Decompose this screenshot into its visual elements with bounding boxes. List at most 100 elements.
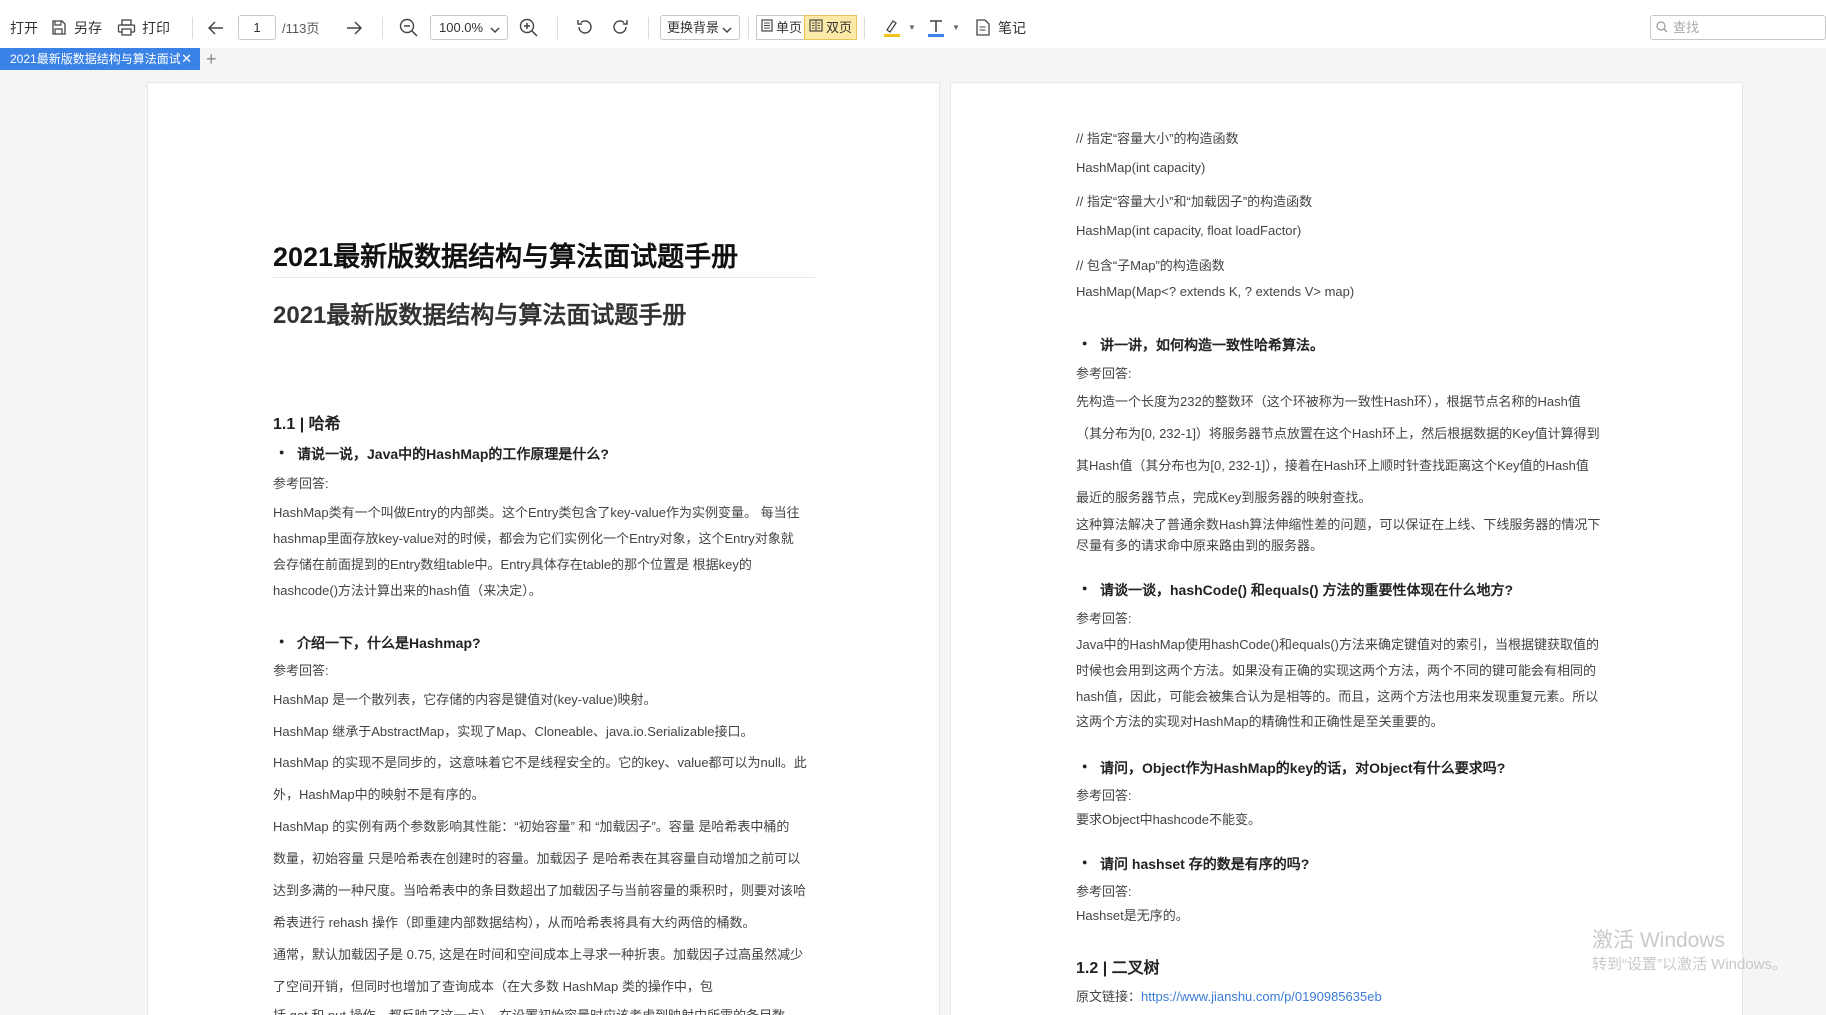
rotate-right-button[interactable] [610,15,636,40]
code-line: HashMap(Map<? extends K, ? extends V> ma… [1076,284,1355,299]
code-line: // 指定“容量大小”和“加载因子”的构造函数 [1076,194,1313,209]
double-page-label: 双页 [826,20,853,35]
chevron-down-icon [489,20,501,43]
text-color-button[interactable]: ▼ [926,15,960,40]
save-as-label: 另存 [74,19,102,36]
body-line: 会存储在前面提到的Entry数组table中。Entry具体存在table的那个… [273,557,752,572]
tab-document[interactable]: 2021最新版数据结构与算法面试题手册 ✕ [0,48,200,70]
body-line: Java中的HashMap使用hashCode()和equals()方法来确定键… [1076,637,1599,652]
body-line: 希表进行 rehash 操作（即重建内部数据结构），从而哈希表将具有大约两倍的桶… [273,915,756,930]
printer-icon [116,18,136,38]
section-heading: 1.2 | 二叉树 [1076,960,1160,977]
question-heading: 介绍一下，什么是Hashmap? [279,633,481,653]
code-line: // 包含“子Map”的构造函数 [1076,258,1225,273]
page-right: // 指定“容量大小”的构造函数 HashMap(int capacity) /… [950,82,1743,1015]
double-page-icon [809,16,823,39]
question-heading: 请谈一谈，hashCode() 和equals() 方法的重要性体现在什么地方? [1082,580,1513,600]
body-line: hash值，因此，可能会被集合认为是相等的。而且，这两个方法也用来发现重复元素。… [1076,689,1599,704]
body-line: HashMap类有一个叫做Entry的内部类。这个Entry类包含了key-va… [273,505,800,520]
search-icon [1656,21,1668,33]
note-button[interactable]: 笔记 [972,15,1026,40]
prev-page-button[interactable] [206,15,232,40]
document-title: 2021最新版数据结构与算法面试题手册 [273,242,739,272]
title-divider [273,277,815,278]
answer-label: 参考回答: [273,663,329,678]
divider [864,17,865,39]
divider [557,17,558,39]
zoom-out-button[interactable] [398,15,424,40]
highlighter-icon [882,18,902,38]
print-button[interactable]: 打印 [116,15,170,40]
body-line: 这种算法解决了普通余数Hash算法伸缩性差的问题，可以保证在上线、下线服务器的情… [1076,517,1601,532]
body-line: 了空间开销，但同时也增加了查询成本（在大多数 HashMap 类的操作中，包 [273,979,713,994]
question-heading: 请问，Object作为HashMap的key的话，对Object有什么要求吗? [1082,758,1505,778]
body-line: 要求Object中hashcode不能变。 [1076,812,1261,827]
page-number-input[interactable]: 1 [238,15,276,40]
rotate-right-icon [610,18,630,38]
chevron-down-icon [721,20,733,43]
body-line: 数量，初始容量 只是哈希表在创建时的容量。加载因子 是哈希表在其容量自动增加之前… [273,851,801,866]
page-total: /113页 [282,15,319,40]
source-link[interactable]: https://www.jianshu.com/p/0190985635eb [1141,989,1382,1004]
code-line: HashMap(int capacity, float loadFactor) [1076,223,1302,238]
highlight-button[interactable]: ▼ [882,15,916,40]
body-line: 外，HashMap中的映射不是有序的。 [273,787,485,802]
activation-watermark-title: 激活 Windows [1592,929,1726,952]
change-background-select[interactable]: 更换背景 [660,15,740,40]
answer-label: 参考回答: [1076,611,1132,626]
page-left: 2021最新版数据结构与算法面试题手册 2021最新版数据结构与算法面试题手册 … [147,82,940,1015]
divider [748,17,749,39]
answer-label: 参考回答: [273,476,329,491]
single-page-button[interactable]: 单页 [756,15,808,40]
open-button[interactable]: 打开 [10,15,38,40]
caret-down-icon: ▼ [908,23,916,32]
body-line: （其分布为[0, 232-1]）将服务器节点放置在这个Hash环上，然后根据数据… [1076,426,1600,441]
body-line: 时候也会用到这两个方法。如果没有正确的实现这两个方法，两个不同的键可能会有相同的 [1076,663,1597,678]
close-icon[interactable]: ✕ [181,48,192,70]
note-label: 笔记 [998,19,1026,36]
divider [382,17,383,39]
rotate-left-button[interactable] [574,15,600,40]
question-heading: 请说一说，Java中的HashMap的工作原理是什么? [279,444,609,464]
arrow-right-icon [344,18,364,38]
zoom-value: 100.0% [439,20,484,35]
body-line: HashMap 的实现不是同步的，这意味着它不是线程安全的。它的key、valu… [273,755,807,770]
tab-bar: 2021最新版数据结构与算法面试题手册 ✕ + [0,48,1826,70]
divider [192,17,193,39]
open-label: 打开 [10,19,38,36]
text-color-icon [926,18,946,38]
single-page-label: 单页 [776,20,803,35]
source-link-row: 原文链接：https://www.jianshu.com/p/019098563… [1076,986,1382,1005]
link-label: 原文链接： [1076,989,1142,1004]
search-input[interactable]: 查找 [1650,15,1826,40]
print-label: 打印 [142,19,170,36]
code-line: // 指定“容量大小”的构造函数 [1076,131,1239,146]
question-heading: 讲一讲，如何构造一致性哈希算法。 [1082,335,1324,355]
body-line: 通常，默认加载因子是 0.75, 这是在时间和空间成本上寻求一种折衷。加载因子过… [273,947,804,962]
search-placeholder: 查找 [1673,20,1700,35]
zoom-in-icon [518,18,538,38]
next-page-button[interactable] [344,15,370,40]
body-line: hashcode()方法计算出来的hash值（来决定）。 [273,583,542,598]
double-page-button[interactable]: 双页 [804,15,858,40]
answer-label: 参考回答: [1076,884,1132,899]
body-line: 这两个方法的实现对HashMap的精确性和正确性是至关重要的。 [1076,714,1444,729]
background-label: 更换背景 [667,20,720,35]
arrow-left-icon [206,18,226,38]
save-as-button[interactable]: 另存 [48,15,102,40]
tab-label: 2021最新版数据结构与算法面试题手册 [10,52,180,66]
body-line: Hashset是无序的。 [1076,908,1189,923]
body-line: 先构造一个长度为232的整数环（这个环被称为一致性Hash环），根据节点名称的H… [1076,394,1581,409]
body-line: 括 get 和 put 操作，都反映了这一点）。在设置初始容量时应该考虑到映射中… [273,1005,785,1015]
zoom-select[interactable]: 100.0% [430,15,508,40]
body-line: 尽量有多的请求命中原来路由到的服务器。 [1076,538,1324,553]
rotate-left-icon [574,18,594,38]
question-heading: 请问 hashset 存的数是有序的吗? [1082,854,1309,874]
body-line: HashMap 是一个散列表，它存储的内容是键值对(key-value)映射。 [273,692,657,707]
zoom-in-button[interactable] [518,15,544,40]
note-icon [972,18,992,38]
toolbar: 打开 另存 打印 1 /113页 100.0% 更换背景 单页 双页 ▼ ▼ 笔… [0,0,1826,55]
document-subtitle: 2021最新版数据结构与算法面试题手册 [273,302,687,329]
body-line: 其Hash值（其分布也为[0, 232-1]），接着在Hash环上顺时针查找距离… [1076,458,1589,473]
add-tab-icon[interactable]: + [206,48,217,70]
